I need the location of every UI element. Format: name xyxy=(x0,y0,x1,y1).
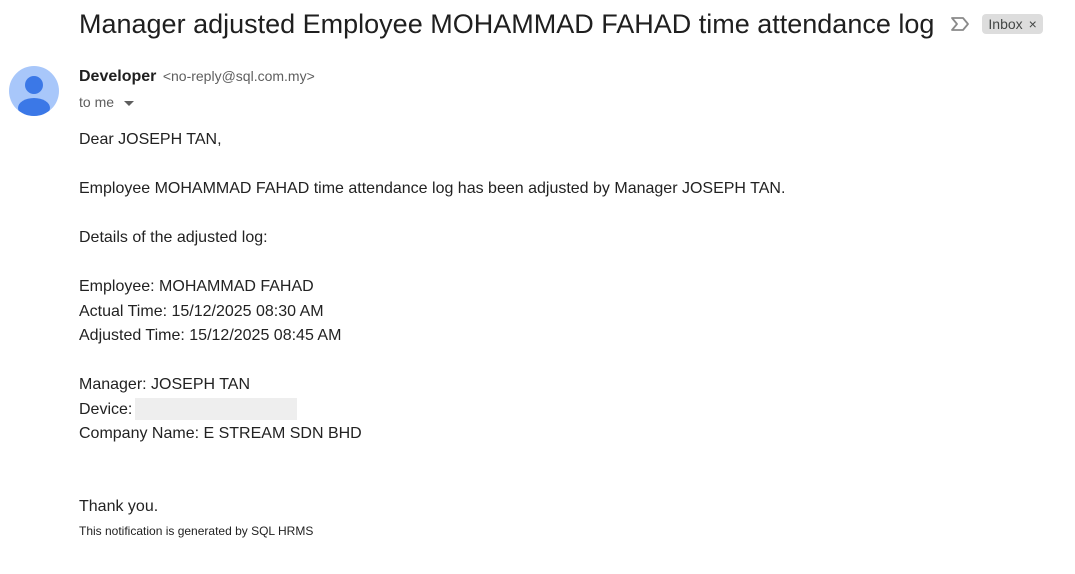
subject-row: Manager adjusted Employee MOHAMMAD FAHAD… xyxy=(79,6,1043,42)
recipient-line: to me xyxy=(79,94,115,110)
default-avatar-icon xyxy=(9,66,59,116)
intro-text: Employee MOHAMMAD FAHAD time attendance … xyxy=(79,180,786,197)
greeting: Dear JOSEPH TAN, xyxy=(79,131,222,148)
chevron-down-icon[interactable] xyxy=(124,100,135,106)
actual-time-line: Actual Time: 15/12/2025 08:30 AM xyxy=(79,302,324,320)
device-line: Device: xyxy=(79,398,785,423)
remove-label-icon[interactable]: × xyxy=(1029,17,1037,31)
inbox-label-text: Inbox xyxy=(988,15,1023,32)
device-label: Device: xyxy=(79,400,133,418)
message-body: Dear JOSEPH TAN, Employee MOHAMMAD FAHAD… xyxy=(79,128,785,544)
inbox-label-chip[interactable]: Inbox × xyxy=(982,14,1043,34)
sender-avatar[interactable] xyxy=(9,66,59,116)
important-marker-icon[interactable] xyxy=(950,16,970,32)
company-line: Company Name: E STREAM SDN BHD xyxy=(79,425,362,442)
sender-email: <no-reply@sql.com.my> xyxy=(162,68,315,84)
sender-line: Developer <no-reply@sql.com.my> xyxy=(79,68,315,86)
closing-text: Thank you. xyxy=(79,497,159,515)
redacted-device-value xyxy=(135,398,298,421)
employee-line: Employee: MOHAMMAD FAHAD xyxy=(79,278,314,295)
email-subject: Manager adjusted Employee MOHAMMAD FAHAD… xyxy=(79,9,935,39)
details-heading: Details of the adjusted log: xyxy=(79,229,268,246)
adjusted-time-line: Adjusted Time: 15/12/2025 08:45 AM xyxy=(79,327,342,344)
footer-note: This notification is generated by SQL HR… xyxy=(79,524,314,538)
manager-line: Manager: JOSEPH TAN xyxy=(79,376,251,393)
sender-name[interactable]: Developer xyxy=(79,68,156,85)
recipient-details-toggle[interactable]: to me xyxy=(79,94,135,110)
